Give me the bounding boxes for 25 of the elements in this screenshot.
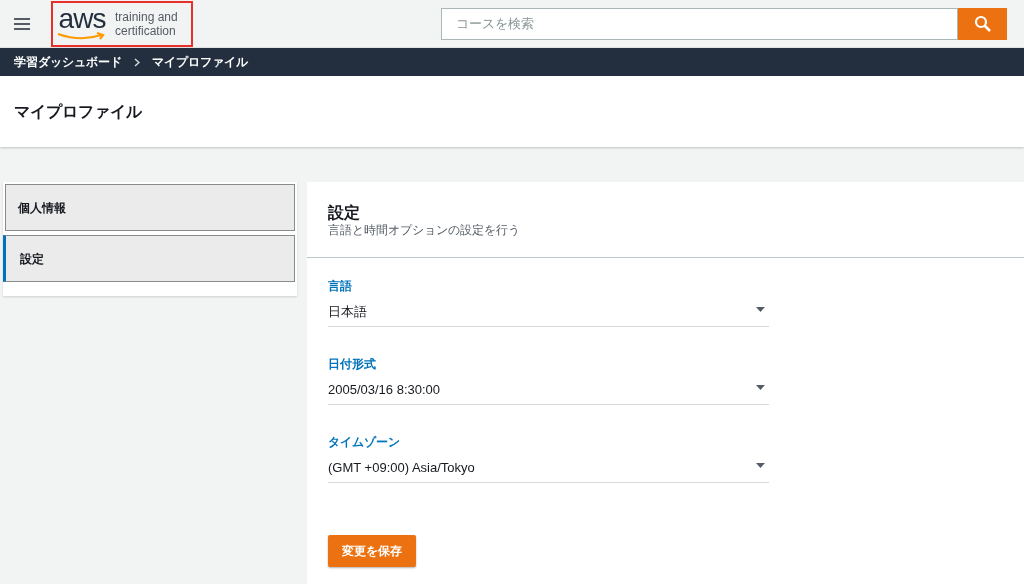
breadcrumb-link[interactable]: 学習ダッシュボード [14, 53, 122, 71]
field-label: タイムゾーン [328, 435, 401, 449]
dropdown-arrow-icon [756, 385, 765, 390]
field-label: 日付形式 [328, 357, 377, 371]
section-subtitle: 言語と時間オプションの設定を行う [328, 223, 521, 237]
sidebar-tab[interactable]: 設定 [3, 235, 295, 282]
dropdown-field[interactable]: (GMT +09:00) Asia/Tokyo [328, 458, 769, 483]
field-label: 言語 [328, 279, 353, 293]
dropdown-arrow-icon [756, 307, 765, 312]
breadcrumb-link[interactable]: マイプロファイル [152, 53, 248, 71]
section-title: 設定 [328, 203, 361, 223]
page-title: マイプロファイル [14, 101, 142, 122]
smile-arrow-icon [57, 32, 107, 41]
logo-wordmark: aws [58, 6, 106, 32]
search-icon [973, 14, 992, 33]
menu-icon[interactable] [13, 16, 31, 31]
logo-tagline: training and [115, 9, 178, 24]
dropdown-field[interactable]: 2005/03/16 8:30:00 [328, 380, 769, 405]
dropdown-arrow-icon [756, 463, 765, 468]
dropdown-field[interactable]: 日本語 [328, 302, 769, 327]
search-button[interactable] [958, 7, 1007, 40]
sidebar-tab[interactable]: 個人情報 [5, 184, 295, 231]
search-field[interactable]: コースを検索 [441, 7, 958, 40]
logo-tagline: certification [115, 23, 177, 38]
chevron-icon [134, 57, 140, 67]
